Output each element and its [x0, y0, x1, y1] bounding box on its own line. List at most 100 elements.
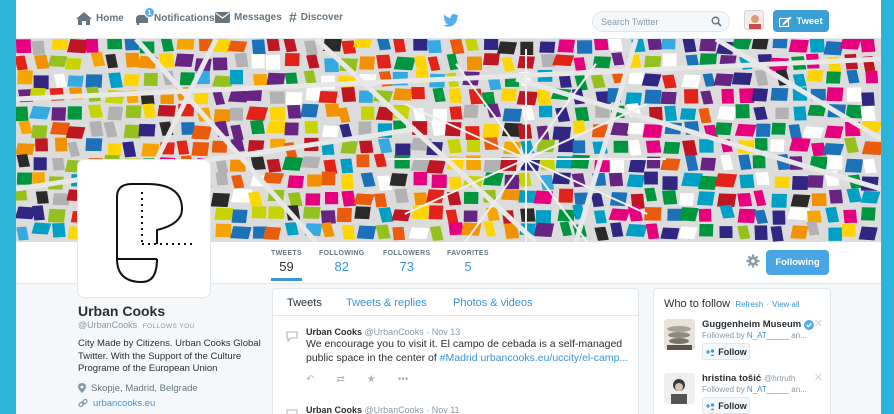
profile-handle[interactable]: @UrbanCooks: [78, 320, 137, 330]
location-pin-icon: [78, 383, 86, 393]
timeline: Tweets Tweets & replies Photos & videos …: [272, 288, 639, 414]
followed-by-rest: an...: [791, 385, 807, 394]
tweet-link[interactable]: #Madrid urbancooks.eu/uccity/el-camp...: [440, 352, 629, 364]
follow-button-label: Follow: [718, 400, 747, 411]
dismiss-icon[interactable]: ✕: [814, 371, 823, 384]
reply-icon[interactable]: ↶: [306, 374, 314, 385]
profile-location: Skopje, Madrid, Belgrade: [78, 383, 268, 394]
search-placeholder: Search Twitter: [601, 17, 659, 27]
stat-tweets[interactable]: TWEETS 59: [271, 250, 302, 281]
conversation-icon: [286, 331, 298, 342]
followed-by-text: Followed by N_AT_____ an...: [702, 331, 807, 340]
tweet-author-name[interactable]: Urban Cooks: [306, 405, 362, 414]
followed-by-label: Followed by: [702, 331, 745, 340]
nav-home[interactable]: Home: [76, 12, 124, 25]
tweet-author-handle[interactable]: @UrbanCooks: [365, 327, 424, 337]
tweet-actions: ↶ ⇄ ★ •••: [306, 374, 408, 385]
stat-favorites-label: FAVORITES: [447, 250, 489, 257]
profile-location-text: Skopje, Madrid, Belgrade: [91, 382, 198, 394]
gear-icon[interactable]: [746, 254, 760, 268]
profile-info: Urban Cooks @UrbanCooks FOLLOWS YOU City…: [78, 303, 268, 409]
tweet-author-name[interactable]: Urban Cooks: [306, 327, 362, 337]
profile-handle-row: @UrbanCooks FOLLOWS YOU: [78, 320, 268, 330]
follows-you-badge: FOLLOWS YOU: [142, 323, 195, 330]
hash-icon: #: [289, 9, 297, 25]
nav-messages[interactable]: Messages: [215, 12, 282, 23]
profile-url-text[interactable]: urbancooks.eu: [93, 398, 155, 409]
browser-window: Home 1 Notifications Messages # Discover…: [16, 0, 881, 414]
followed-by-rest: an...: [791, 331, 807, 340]
suggestion-handle[interactable]: @hrtruth: [764, 374, 795, 383]
who-to-follow-title: Who to follow: [664, 298, 731, 310]
notifications-badge: 1: [144, 7, 155, 18]
tab-tweets-replies[interactable]: Tweets & replies: [346, 297, 427, 309]
nav-messages-label: Messages: [234, 12, 282, 23]
suggestion-name-row: hristina tošić @hrtruth: [702, 373, 795, 384]
follow-button-label: Follow: [718, 346, 747, 357]
profile-name[interactable]: Urban Cooks: [78, 303, 268, 319]
compose-tweet-button[interactable]: Tweet: [773, 10, 829, 32]
stat-following-label: FOLLOWING: [319, 250, 365, 257]
retweet-icon[interactable]: ⇄: [336, 374, 344, 385]
suggestion-name[interactable]: Guggenheim Museum: [702, 319, 801, 330]
follow-button[interactable]: Follow: [702, 397, 750, 414]
tweet-date[interactable]: · Nov 13: [426, 327, 460, 337]
nav-notifications-label: Notifications: [154, 13, 215, 24]
stat-tweets-label: TWEETS: [271, 250, 302, 257]
suggestion-avatar[interactable]: [664, 373, 695, 404]
who-to-follow: Who to follow Refresh · View all Guggenh…: [653, 288, 831, 414]
suggestion-avatar[interactable]: [664, 319, 695, 350]
stat-favorites[interactable]: FAVORITES 5: [447, 250, 489, 274]
account-avatar[interactable]: [744, 10, 764, 30]
view-all-link[interactable]: View all: [772, 300, 799, 309]
notifications-icon: 1: [134, 7, 155, 25]
add-user-icon: [706, 348, 715, 356]
stat-followers-value: 73: [399, 259, 414, 274]
tweet-date[interactable]: · Nov 11: [426, 405, 459, 414]
stat-tweets-value: 59: [279, 259, 294, 274]
profile-avatar[interactable]: [78, 160, 210, 297]
stat-following-value: 82: [334, 259, 349, 274]
stat-following[interactable]: FOLLOWING 82: [319, 250, 364, 274]
top-nav: Home 1 Notifications Messages # Discover…: [16, 0, 881, 39]
home-icon: [76, 12, 92, 25]
followed-by-label: Followed by: [702, 385, 745, 394]
following-button[interactable]: Following: [766, 250, 829, 275]
link-icon: [78, 398, 88, 408]
dismiss-icon[interactable]: ✕: [814, 317, 823, 330]
suggestion-name-row: Guggenheim Museum: [702, 319, 815, 330]
search-input[interactable]: Search Twitter: [592, 11, 730, 32]
tab-photos-videos[interactable]: Photos & videos: [453, 297, 533, 309]
add-user-icon: [706, 402, 715, 410]
who-to-follow-header: Who to follow Refresh · View all: [664, 298, 800, 310]
follow-button[interactable]: Follow: [702, 343, 750, 360]
conversation-icon: [286, 409, 298, 414]
suggestion-name[interactable]: hristina tošić: [702, 373, 761, 384]
envelope-icon: [215, 12, 230, 23]
tweet-author-handle[interactable]: @UrbanCooks: [365, 405, 424, 414]
stat-followers-label: FOLLOWERS: [383, 250, 431, 257]
nav-home-label: Home: [96, 13, 124, 24]
nav-notifications[interactable]: 1 Notifications: [134, 7, 215, 25]
stat-followers[interactable]: FOLLOWERS 73: [383, 250, 430, 274]
followed-by-user[interactable]: N_AT_____: [747, 385, 789, 394]
separator: ·: [766, 300, 770, 309]
followed-by-text: Followed by N_AT_____ an...: [702, 385, 807, 394]
compose-icon: [779, 16, 792, 27]
more-icon[interactable]: •••: [398, 374, 409, 385]
compose-tweet-label: Tweet: [796, 15, 823, 27]
twitter-bird-icon[interactable]: [443, 14, 459, 27]
followed-by-user[interactable]: N_AT_____: [747, 331, 789, 340]
search-icon[interactable]: [711, 16, 722, 27]
tweet-text: We encourage you to visit it. El campo d…: [306, 338, 631, 365]
tweet-header: Urban Cooks @UrbanCooks · Nov 11: [306, 405, 460, 414]
tab-tweets[interactable]: Tweets: [287, 297, 322, 309]
nav-discover[interactable]: # Discover: [289, 9, 344, 25]
profile-url[interactable]: urbancooks.eu: [78, 398, 268, 409]
refresh-link[interactable]: Refresh: [735, 300, 763, 309]
nav-discover-label: Discover: [300, 12, 344, 23]
tweet-header: Urban Cooks @UrbanCooks · Nov 13: [306, 327, 460, 337]
profile-bio: City Made by Citizens. Urban Cooks Globa…: [78, 338, 261, 374]
verified-badge-icon: [804, 319, 815, 330]
favorite-icon[interactable]: ★: [367, 374, 376, 385]
